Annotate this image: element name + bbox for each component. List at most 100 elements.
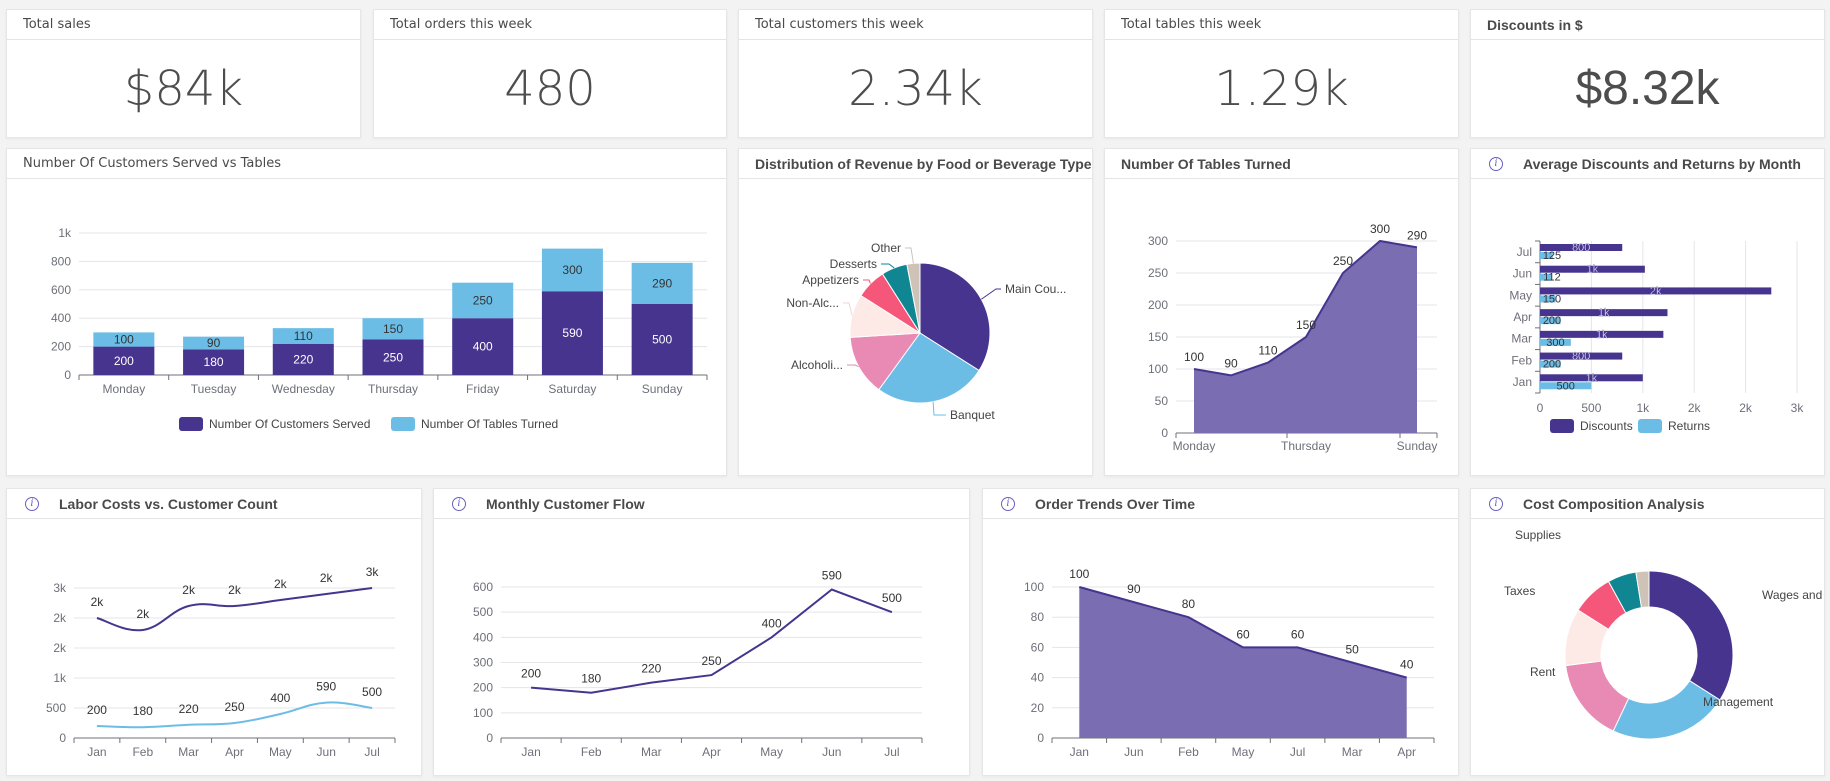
info-icon[interactable]: i <box>1489 156 1503 171</box>
y-tick-label: 600 <box>473 580 493 594</box>
y-tick-label: 0 <box>1037 731 1044 745</box>
x-tick-label: 500 <box>1581 401 1601 415</box>
y-tick-label: 250 <box>1148 266 1168 280</box>
kpi-value: 480 <box>504 60 596 117</box>
data-label: 100 <box>1184 350 1204 364</box>
chart-card-revenue-distribution: Distribution of Revenue by Food or Bever… <box>738 148 1093 476</box>
kpi-title: Total orders this week <box>374 10 726 40</box>
pie-label-line <box>843 302 853 316</box>
pie-label-line <box>881 263 895 269</box>
kpi-card-total-tables: Total tables this week 1.29k <box>1104 9 1459 138</box>
y-tick-label: 20 <box>1031 701 1045 715</box>
bar-value-label: 500 <box>1557 380 1575 392</box>
chart-title: Monthly Customer Flow <box>486 495 645 512</box>
data-label: 80 <box>1182 597 1196 611</box>
chart-title: Labor Costs vs. Customer Count <box>59 495 278 512</box>
y-tick-label: 100 <box>473 706 493 720</box>
x-tick-label: Jul <box>364 745 379 759</box>
data-label: 250 <box>224 700 244 714</box>
x-tick-label: Apr <box>1397 745 1416 759</box>
bar-value-label: 1k <box>1596 329 1608 341</box>
data-label: 200 <box>87 703 107 717</box>
y-tick-label: Jul <box>1517 245 1532 259</box>
chart-header: i Monthly Customer Flow <box>434 489 969 519</box>
kpi-title: Total tables this week <box>1105 10 1458 40</box>
x-tick-label: May <box>269 745 292 759</box>
y-tick-label: 600 <box>51 283 71 297</box>
bar-value-label: 220 <box>293 352 313 366</box>
data-label: 300 <box>1370 222 1390 236</box>
data-label: 590 <box>316 680 336 694</box>
bar-value-label: 100 <box>114 333 134 347</box>
pie-slice <box>1648 570 1734 701</box>
pie-label-line <box>905 247 914 264</box>
x-tick-label: Jun <box>822 745 841 759</box>
order-trends-chart: 0 20 40 60 80 100 Jan Jun Feb May Jul Mar Apr 100 90 80… <box>1024 567 1435 759</box>
bar-value-label: 250 <box>473 293 493 307</box>
y-tick-label: 800 <box>51 254 71 268</box>
pie-label: Supplies <box>1515 528 1561 542</box>
data-label: 60 <box>1236 627 1250 641</box>
bar-value-label: 290 <box>652 276 672 290</box>
x-tick-label: Friday <box>466 382 499 396</box>
y-tick-label: 60 <box>1031 640 1045 654</box>
kpi-card-total-sales: Total sales $84k <box>6 9 361 138</box>
x-tick-label: Monday <box>103 382 146 396</box>
bar-value-label: 200 <box>114 354 134 368</box>
data-label: 220 <box>641 662 661 676</box>
data-label: 290 <box>1407 228 1427 242</box>
discounts-returns-chart: 0 500 1k 2k 2k 3k Jan 1k 500 Feb 800 200 Mar 1k 300 Apr… <box>1509 240 1804 433</box>
legend-label: Discounts <box>1580 419 1633 433</box>
y-tick-label: 300 <box>473 656 493 670</box>
kpi-value: $84k <box>123 60 244 117</box>
data-label: 220 <box>179 702 199 716</box>
chart-header: i Labor Costs vs. Customer Count <box>7 489 421 519</box>
legend-label: Number Of Tables Turned <box>421 417 558 431</box>
tables-turned-chart: 0 50 100 150 200 250 300 100 90 110 150 250 300 290 Mo… <box>1148 222 1438 453</box>
y-tick-label: 3k <box>53 581 67 595</box>
data-label: 2k <box>136 607 150 621</box>
pie-label-line <box>981 288 1001 300</box>
data-label: 90 <box>1224 356 1238 370</box>
pie-label: Rent <box>1530 665 1556 679</box>
bar-value-label: 125 <box>1543 250 1561 262</box>
chart-title: Number Of Customers Served vs Tables <box>7 149 726 179</box>
data-label: 500 <box>882 591 902 605</box>
data-label: 400 <box>270 691 290 705</box>
pie-label-line <box>863 279 871 284</box>
x-tick-label: 2k <box>1688 401 1702 415</box>
data-label: 2k <box>274 577 288 591</box>
data-label: 150 <box>1296 318 1316 332</box>
chart-header: i Cost Composition Analysis <box>1471 489 1824 519</box>
chart-title: Number Of Tables Turned <box>1105 149 1458 179</box>
data-label: 2k <box>182 583 196 597</box>
info-icon[interactable]: i <box>25 496 39 511</box>
x-tick-label: Apr <box>225 745 244 759</box>
pie-label: Wages and <box>1762 588 1822 602</box>
data-label: 180 <box>581 672 601 686</box>
data-label: 250 <box>701 654 721 668</box>
info-icon[interactable]: i <box>452 496 466 511</box>
bar-value-label: 90 <box>207 336 221 350</box>
bar-value-label: 200 <box>1543 359 1561 371</box>
y-tick-label: 0 <box>1161 426 1168 440</box>
bar-value-label: 400 <box>473 340 493 354</box>
info-icon[interactable]: i <box>1001 496 1015 511</box>
info-icon[interactable]: i <box>1489 496 1503 511</box>
y-tick-label: 500 <box>46 701 66 715</box>
data-label: 2k <box>228 583 242 597</box>
x-tick-label: Jul <box>884 745 899 759</box>
x-tick-label: 0 <box>1537 401 1544 415</box>
x-tick-label: Wednesday <box>272 382 335 396</box>
legend-swatch <box>391 417 415 431</box>
kpi-title: Total sales <box>7 10 360 40</box>
pie-label-line <box>932 401 946 416</box>
x-tick-label: Jun <box>1124 745 1143 759</box>
y-tick-label: 2k <box>53 641 67 655</box>
x-tick-label: Feb <box>1178 745 1199 759</box>
y-tick-label: Apr <box>1513 310 1532 324</box>
bar-value-label: 112 <box>1543 272 1561 284</box>
x-tick-label: Jul <box>1290 745 1305 759</box>
chart-card-cost-composition: i Cost Composition Analysis Wages and Man… <box>1470 488 1825 776</box>
x-tick-label: Mar <box>641 745 662 759</box>
